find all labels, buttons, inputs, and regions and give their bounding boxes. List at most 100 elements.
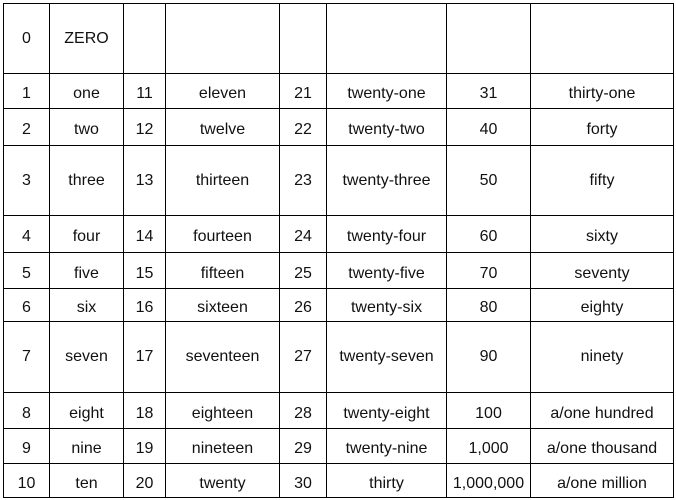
number-cell: 11 bbox=[123, 73, 166, 109]
table-row: 3 three 13 thirteen 23 twenty-three 50 fifty bbox=[3, 145, 674, 216]
word-cell: seventy bbox=[530, 252, 674, 289]
word-cell: twelve bbox=[165, 108, 280, 146]
word-cell: thirteen bbox=[165, 145, 280, 216]
number-cell bbox=[123, 3, 166, 74]
number-cell: 3 bbox=[3, 145, 50, 216]
number-cell: 28 bbox=[279, 392, 327, 429]
word-cell: fourteen bbox=[165, 215, 280, 253]
word-cell: seven bbox=[49, 321, 124, 393]
number-cell: 7 bbox=[3, 321, 50, 393]
number-cell: 1,000 bbox=[446, 428, 531, 464]
word-cell: fifty bbox=[530, 145, 674, 216]
number-cell: 40 bbox=[446, 108, 531, 146]
number-cell: 4 bbox=[3, 215, 50, 253]
word-cell: nine bbox=[49, 428, 124, 464]
word-cell: forty bbox=[530, 108, 674, 146]
number-cell: 14 bbox=[123, 215, 166, 253]
number-cell bbox=[446, 3, 531, 74]
word-cell: twenty-two bbox=[326, 108, 447, 146]
word-cell: thirty bbox=[326, 463, 447, 498]
number-words-table: 0 ZERO 1 one 11 eleven 21 twenty-one 31 thirty-on… bbox=[3, 3, 674, 498]
number-cell: 50 bbox=[446, 145, 531, 216]
word-cell: ninety bbox=[530, 321, 674, 393]
word-cell: ZERO bbox=[49, 3, 124, 74]
number-cell: 20 bbox=[123, 463, 166, 498]
table-row: 10 ten 20 twenty 30 thirty 1,000,000 a/one mill… bbox=[3, 463, 674, 498]
table-row: 7 seven 17 seventeen 27 twenty-seven 90 ninety bbox=[3, 321, 674, 393]
table-row: 9 nine 19 nineteen 29 twenty-nine 1,000 a/one t… bbox=[3, 428, 674, 464]
word-cell: a/one hundred bbox=[530, 392, 674, 429]
number-cell: 2 bbox=[3, 108, 50, 146]
word-cell: sixteen bbox=[165, 288, 280, 322]
word-cell: thirty-one bbox=[530, 73, 674, 109]
word-cell: six bbox=[49, 288, 124, 322]
number-cell: 100 bbox=[446, 392, 531, 429]
table-row: 0 ZERO bbox=[3, 3, 674, 74]
number-cell: 6 bbox=[3, 288, 50, 322]
table-row: 8 eight 18 eighteen 28 twenty-eight 100 a/one h… bbox=[3, 392, 674, 429]
word-cell: a/one million bbox=[530, 463, 674, 498]
word-cell: one bbox=[49, 73, 124, 109]
number-cell: 80 bbox=[446, 288, 531, 322]
number-cell: 27 bbox=[279, 321, 327, 393]
word-cell: eighty bbox=[530, 288, 674, 322]
number-cell: 31 bbox=[446, 73, 531, 109]
table-row: 5 five 15 fifteen 25 twenty-five 70 seventy bbox=[3, 252, 674, 289]
number-cell: 10 bbox=[3, 463, 50, 498]
table-row: 4 four 14 fourteen 24 twenty-four 60 sixty bbox=[3, 215, 674, 253]
number-cell: 8 bbox=[3, 392, 50, 429]
word-cell: twenty-six bbox=[326, 288, 447, 322]
word-cell: twenty-three bbox=[326, 145, 447, 216]
word-cell: eleven bbox=[165, 73, 280, 109]
number-cell: 90 bbox=[446, 321, 531, 393]
word-cell: twenty-four bbox=[326, 215, 447, 253]
number-cell: 30 bbox=[279, 463, 327, 498]
word-cell bbox=[530, 3, 674, 74]
number-cell: 23 bbox=[279, 145, 327, 216]
word-cell: twenty-seven bbox=[326, 321, 447, 393]
word-cell: two bbox=[49, 108, 124, 146]
word-cell: five bbox=[49, 252, 124, 289]
word-cell bbox=[326, 3, 447, 74]
number-cell: 0 bbox=[3, 3, 50, 74]
table-row: 6 six 16 sixteen 26 twenty-six 80 eighty bbox=[3, 288, 674, 322]
number-cell: 5 bbox=[3, 252, 50, 289]
number-cell: 60 bbox=[446, 215, 531, 253]
word-cell: twenty-five bbox=[326, 252, 447, 289]
number-cell: 22 bbox=[279, 108, 327, 146]
number-cell: 24 bbox=[279, 215, 327, 253]
word-cell: twenty-nine bbox=[326, 428, 447, 464]
number-cell: 25 bbox=[279, 252, 327, 289]
number-cell: 12 bbox=[123, 108, 166, 146]
table-row: 1 one 11 eleven 21 twenty-one 31 thirty-one bbox=[3, 73, 674, 109]
word-cell: three bbox=[49, 145, 124, 216]
word-cell bbox=[165, 3, 280, 74]
word-cell: nineteen bbox=[165, 428, 280, 464]
word-cell: twenty bbox=[165, 463, 280, 498]
word-cell: a/one thousand bbox=[530, 428, 674, 464]
number-cell: 29 bbox=[279, 428, 327, 464]
word-cell: fifteen bbox=[165, 252, 280, 289]
table-row: 2 two 12 twelve 22 twenty-two 40 forty bbox=[3, 108, 674, 146]
number-cell: 19 bbox=[123, 428, 166, 464]
word-cell: twenty-one bbox=[326, 73, 447, 109]
number-cell: 1,000,000 bbox=[446, 463, 531, 498]
number-cell: 17 bbox=[123, 321, 166, 393]
number-cell: 16 bbox=[123, 288, 166, 322]
number-cell: 13 bbox=[123, 145, 166, 216]
number-cell: 70 bbox=[446, 252, 531, 289]
number-cell bbox=[279, 3, 327, 74]
word-cell: ten bbox=[49, 463, 124, 498]
number-cell: 1 bbox=[3, 73, 50, 109]
number-cell: 21 bbox=[279, 73, 327, 109]
word-cell: seventeen bbox=[165, 321, 280, 393]
number-cell: 9 bbox=[3, 428, 50, 464]
number-cell: 18 bbox=[123, 392, 166, 429]
word-cell: sixty bbox=[530, 215, 674, 253]
word-cell: twenty-eight bbox=[326, 392, 447, 429]
number-cell: 26 bbox=[279, 288, 327, 322]
word-cell: eighteen bbox=[165, 392, 280, 429]
number-cell: 15 bbox=[123, 252, 166, 289]
word-cell: eight bbox=[49, 392, 124, 429]
word-cell: four bbox=[49, 215, 124, 253]
